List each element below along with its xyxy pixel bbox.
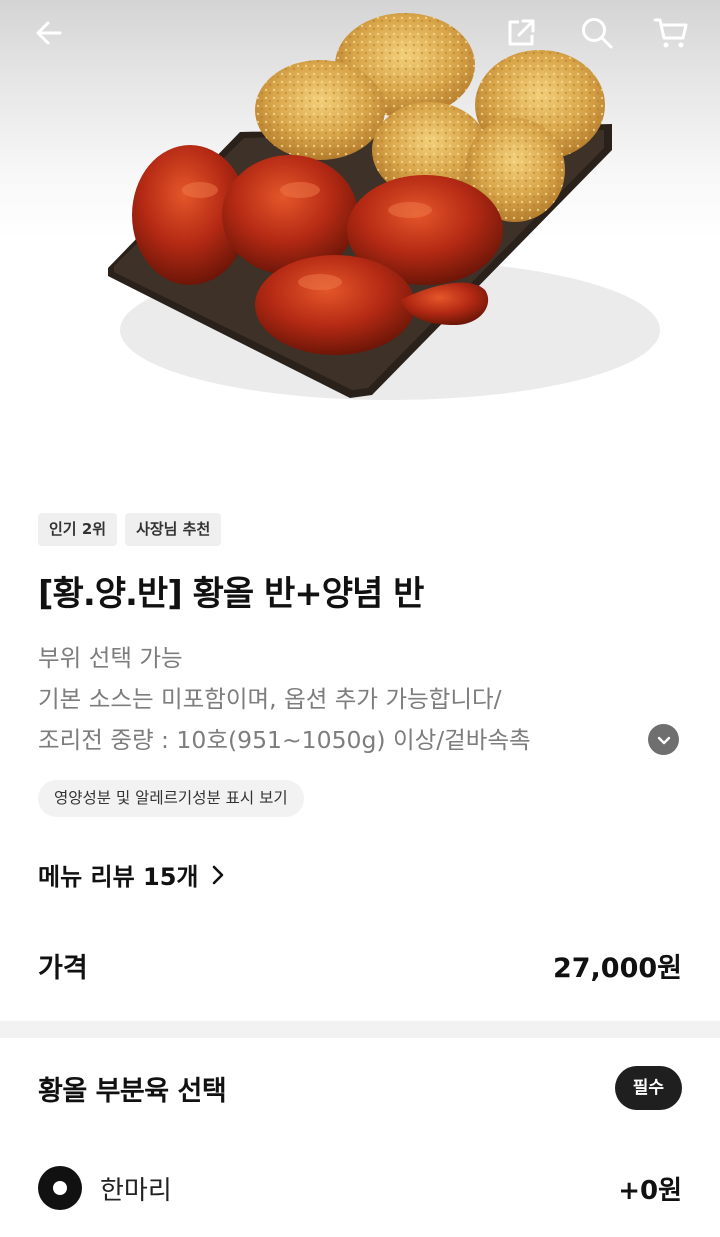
top-navigation-bar <box>0 0 720 66</box>
menu-review-link[interactable]: 메뉴 리뷰 15개 <box>38 857 225 892</box>
required-badge: 필수 <box>614 1066 682 1110</box>
arrow-left-icon <box>36 21 62 45</box>
product-title: [황.양.반] 황올 반+양념 반 <box>38 574 424 614</box>
price-row: 가격 27,000원 <box>38 946 682 985</box>
radio-dot <box>53 1181 67 1195</box>
fried-chicken-illustration <box>108 13 660 400</box>
description-line: 기본 소스는 미포함이며, 옵션 추가 가능합니다/ <box>38 685 502 713</box>
share-button[interactable] <box>496 8 546 58</box>
product-image <box>0 0 720 480</box>
search-icon <box>582 18 613 49</box>
price-label: 가격 <box>38 953 88 984</box>
option-price: +0원 <box>618 1175 682 1206</box>
option-group-header: 황올 부분육 선택 필수 <box>38 1066 682 1110</box>
description-line: 조리전 중량 : 10호(951~1050g) 이상/겉바속촉 <box>38 720 638 761</box>
badge-list: 인기 2위 사장님 추천 <box>38 513 222 546</box>
cart-icon <box>653 18 688 48</box>
back-button[interactable] <box>24 8 74 58</box>
share-external-icon <box>508 19 535 46</box>
radio-selected[interactable] <box>38 1166 82 1210</box>
owner-recommend-badge: 사장님 추천 <box>125 513 222 546</box>
option-group-title: 황올 부분육 선택 <box>38 1075 227 1107</box>
option-name: 한마리 <box>100 1175 172 1206</box>
option-item[interactable]: 한마리 +0원 <box>38 1163 682 1213</box>
search-button[interactable] <box>572 8 622 58</box>
review-link-label: 메뉴 리뷰 15개 <box>38 863 199 891</box>
cart-button[interactable] <box>646 8 696 58</box>
description-line: 부위 선택 가능 <box>38 644 183 672</box>
price-value: 27,000원 <box>552 953 682 984</box>
section-divider <box>0 1021 720 1038</box>
popular-rank-badge: 인기 2위 <box>38 513 118 546</box>
product-description: 부위 선택 가능 기본 소스는 미포함이며, 옵션 추가 가능합니다/ 조리전 … <box>38 638 638 761</box>
chevron-down-icon <box>657 736 670 744</box>
chevron-right-icon <box>212 865 223 884</box>
option-item-left: 한마리 <box>38 1166 172 1210</box>
nutrition-allergy-button[interactable]: 영양성분 및 알레르기성분 표시 보기 <box>38 780 304 817</box>
expand-description-button[interactable] <box>648 724 679 755</box>
